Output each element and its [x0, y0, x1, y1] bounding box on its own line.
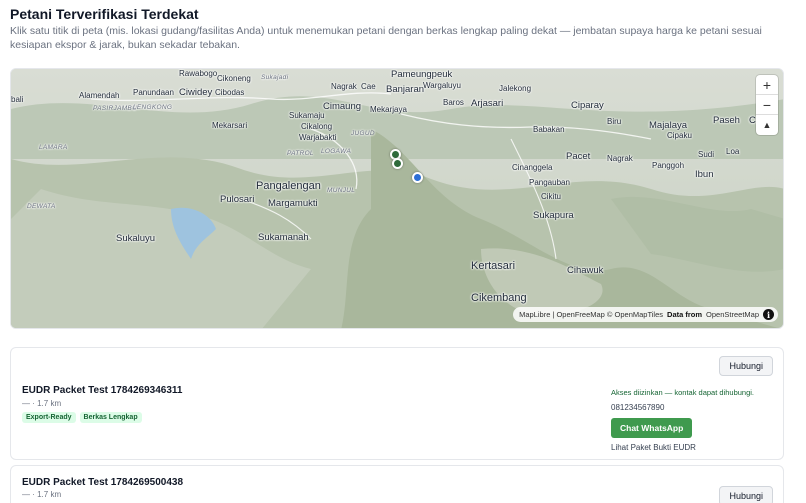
contact-button[interactable]: Hubungi [719, 356, 773, 376]
place-label-lamara: LAMARA [39, 144, 68, 151]
place-label-dewata: DEWATA [27, 203, 56, 210]
place-label-sudi: Sudi [698, 150, 715, 159]
place-label-jugud: JUGUD [351, 130, 375, 137]
map-navigation-control: + − ▲ [756, 75, 778, 135]
place-label-bali: bali [11, 95, 24, 104]
place-label-pacet: Pacet [566, 151, 591, 162]
place-label-patrol: PATROL [287, 150, 314, 157]
place-label-ciparay: Ciparay [571, 100, 604, 111]
place-label-pulosari: Pulosari [220, 194, 255, 205]
place-label-banjaran: Banjaran [386, 84, 425, 95]
place-label-sukamanah: Sukamanah [258, 232, 309, 243]
place-label-cinanggela: Cinanggela [512, 163, 553, 172]
farmer-distance: — · 1.7 km [22, 399, 62, 408]
contact-details: Akses diizinkan — kontak dapat dihubungi… [611, 388, 781, 452]
page-description: Klik satu titik di peta (mis. lokasi gud… [10, 25, 762, 51]
place-label-cikalong: Cikalong [301, 122, 333, 131]
place-label-sukaluyu: Sukaluyu [116, 233, 156, 244]
place-label-cikoneng: Cikoneng [217, 74, 251, 83]
place-label-cikembang: Cikembang [471, 292, 527, 304]
place-label-warjabakti: Warjabakti [299, 133, 337, 142]
status-badge: Export-Ready [22, 412, 76, 423]
place-label-ibun: Ibun [695, 169, 714, 180]
status-badge: Berkas Lengkap [79, 412, 142, 423]
attribution-bold: Data from [667, 310, 703, 319]
place-label-pameungpeuk: Pameungpeuk [391, 69, 453, 80]
place-label-pangauban: Pangauban [529, 178, 570, 187]
place-label-pasirjambu: PASIRJAMBU [93, 105, 138, 112]
place-label-margamukti: Margamukti [268, 198, 318, 209]
whatsapp-button[interactable]: Chat WhatsApp [611, 418, 693, 438]
place-label-jalekong: Jalekong [499, 84, 532, 93]
farmer-name: EUDR Packet Test 1784269500438 [22, 477, 184, 488]
attribution-link[interactable]: OpenStreetMap [706, 310, 759, 319]
place-label-cipaku: Cipaku [667, 131, 692, 140]
zoom-in-button[interactable]: + [756, 75, 778, 95]
place-label-panundaan: Panundaan [133, 88, 174, 97]
place-label-arjasari: Arjasari [471, 98, 504, 109]
place-label-nagrak-north: Nagrak [331, 82, 357, 91]
place-label-kertasari: Kertasari [471, 260, 516, 272]
phone-number: 081234567890 [611, 403, 665, 412]
place-label-mekarsari: Mekarsari [212, 121, 248, 130]
place-label-pangalengan: Pangalengan [256, 180, 321, 192]
place-label-babakan: Babakan [533, 125, 565, 134]
zoom-out-button[interactable]: − [756, 95, 778, 115]
place-label-cibodas: Cibodas [215, 88, 245, 97]
place-label-munjul: MUNJUL [327, 187, 356, 194]
place-label-sukapura: Sukapura [533, 210, 574, 221]
place-label-panggoh: Panggoh [652, 161, 685, 170]
place-label-sukajadi: Sukajadi [261, 74, 289, 81]
place-label-rawabogo: Rawabogo [179, 69, 218, 78]
place-label-sukamaju: Sukamaju [289, 111, 325, 120]
compass-icon: ▲ [762, 120, 772, 130]
selected-location-marker[interactable] [412, 172, 423, 183]
place-label-alamendah: Alamendah [79, 91, 120, 100]
farmer-badges: Export-Ready Berkas Lengkap [22, 412, 142, 423]
place-label-majalaya: Majalaya [649, 120, 688, 131]
place-label-ciwidey: Ciwidey [179, 87, 213, 98]
farmer-card: EUDR Packet Test 1784269500438 — · 1.7 k… [10, 465, 784, 503]
compass-button[interactable]: ▲ [756, 115, 778, 135]
page-title: Petani Terverifikasi Terdekat [10, 6, 199, 22]
place-label-cae: Cae [361, 82, 376, 91]
attribution-text: MapLibre | OpenFreeMap © OpenMapTiles [519, 310, 664, 319]
farmer-marker[interactable] [392, 158, 403, 169]
place-label-loa: Loa [726, 147, 740, 156]
place-label-nagrak-south: Nagrak [607, 154, 633, 163]
place-label-cimaung: Cimaung [323, 101, 362, 112]
farmer-name: EUDR Packet Test 1784269346311 [22, 385, 183, 396]
place-label-cikitu: Cikitu [541, 192, 562, 201]
info-icon[interactable]: i [763, 309, 774, 320]
place-label-wargaluyu: Wargaluyu [423, 81, 461, 90]
place-label-cihawuk: Cihawuk [567, 265, 604, 276]
farmer-card: Hubungi EUDR Packet Test 1784269346311 —… [10, 347, 784, 460]
place-label-biru: Biru [607, 117, 622, 126]
map-view[interactable]: Rawabogo Cikoneng Sukajadi bali Alamenda… [10, 68, 784, 329]
map-attribution: MapLibre | OpenFreeMap © OpenMapTiles Da… [513, 307, 778, 322]
place-label-baros: Baros [443, 98, 464, 107]
eudr-packet-link[interactable]: Lihat Paket Bukti EUDR [611, 443, 781, 452]
place-label-lengkong: LENGKONG [133, 104, 173, 111]
place-label-paseh: Paseh [713, 115, 740, 126]
access-note: Akses diizinkan — kontak dapat dihubungi… [611, 388, 755, 397]
farmer-distance: — · 1.7 km [22, 490, 62, 499]
place-label-mekarjaya: Mekarjaya [370, 105, 407, 114]
contact-button[interactable]: Hubungi [719, 486, 773, 503]
place-label-logawa: LOGAWA [321, 148, 352, 155]
